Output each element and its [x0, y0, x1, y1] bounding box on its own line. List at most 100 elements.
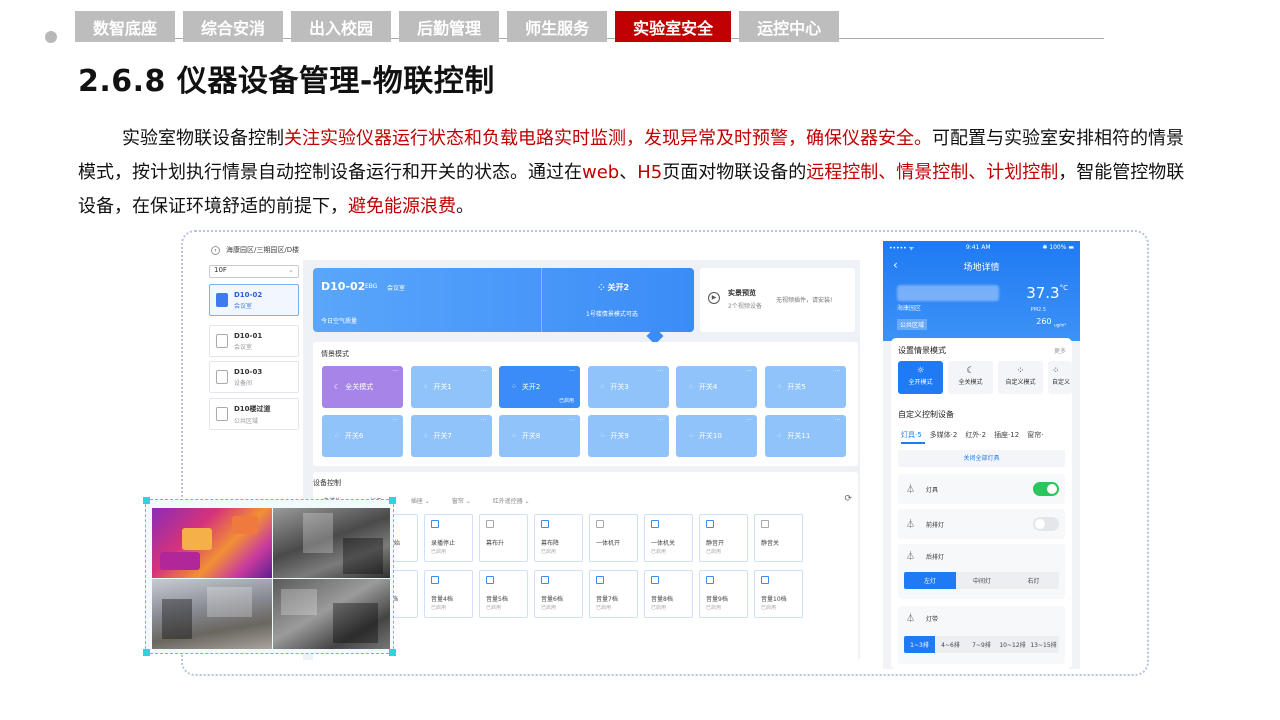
- more-icon[interactable]: ···: [569, 417, 575, 424]
- nav-tab[interactable]: 数智底座: [75, 11, 176, 42]
- more-icon[interactable]: ···: [835, 417, 841, 424]
- device-type-tab[interactable]: 窗帘·: [1027, 430, 1043, 440]
- resize-handle[interactable]: [143, 497, 150, 504]
- scene-card[interactable]: ☾ 全关模式 ···: [322, 366, 403, 408]
- device-tile[interactable]: 音量5档 已启用: [479, 570, 528, 618]
- more-icon[interactable]: ···: [658, 368, 664, 375]
- nav-tab[interactable]: 运控中心: [739, 11, 840, 42]
- room-item[interactable]: D10-03 设备间: [209, 361, 299, 393]
- scene-card[interactable]: ⁘ 开关8 ···: [499, 415, 580, 457]
- device-tile[interactable]: 音量9档 已启用: [699, 570, 748, 618]
- mode-button[interactable]: ⁘ 自定义: [1048, 361, 1072, 394]
- scene-card[interactable]: ⁘ 开关7 ···: [410, 415, 492, 457]
- heat-spot: [232, 516, 258, 534]
- nav-tab[interactable]: 师生服务: [507, 11, 608, 42]
- device-name: 音量5档: [486, 596, 508, 603]
- h5-phone-screen: ••••• ᯤ 9:41 AM ✱ 100% ▬ ‹ 场地详情 37.3°C 海…: [883, 241, 1080, 669]
- more-icon[interactable]: ···: [569, 368, 575, 375]
- close-all-button[interactable]: 关闭全部灯具: [898, 450, 1065, 467]
- hero-switch-label[interactable]: ⁘ 关开2: [598, 282, 629, 293]
- device-tile[interactable]: 音量6档 已启用: [534, 570, 583, 618]
- moon-icon: ☾: [966, 366, 975, 376]
- more-icon[interactable]: ···: [392, 417, 398, 424]
- device-type-tab[interactable]: 红外·2: [965, 430, 986, 440]
- page-title: 2.6.8 仪器设备管理-物联控制: [78, 64, 495, 99]
- room-name: D10-02: [234, 290, 263, 299]
- scene-card[interactable]: ⁘ 开关5 ···: [764, 366, 846, 408]
- segment-option[interactable]: 7~9排: [966, 636, 997, 653]
- resize-handle[interactable]: [389, 497, 396, 504]
- segment-option[interactable]: 4~6排: [935, 636, 966, 653]
- front-lamp-toggle[interactable]: [1033, 517, 1059, 531]
- switch-icon: ⁘: [511, 432, 517, 440]
- room-item[interactable]: D10楼过道 公共区域: [209, 398, 299, 430]
- device-tile[interactable]: 音量4档 已启用: [424, 570, 473, 618]
- device-tab[interactable]: 插座 ⌄: [411, 496, 430, 505]
- heat-spot: [160, 552, 200, 570]
- device-tile[interactable]: 幕布升: [479, 514, 528, 562]
- refresh-icon[interactable]: ⟳: [844, 494, 852, 504]
- more-icon[interactable]: ···: [481, 368, 487, 375]
- device-type-tab[interactable]: 多媒体·2: [930, 430, 958, 440]
- floor-select[interactable]: 10F ⌄: [209, 265, 299, 278]
- device-type-tabs: 灯具·5 多媒体·2 红外·2 插座·12 窗帘·: [901, 430, 1043, 440]
- hero-switch-text: 关开2: [607, 283, 630, 292]
- scene-card-label: 关开2: [521, 383, 541, 391]
- more-icon[interactable]: ···: [746, 368, 752, 375]
- more-icon[interactable]: ···: [392, 368, 398, 375]
- more-icon[interactable]: ···: [746, 417, 752, 424]
- nav-tab[interactable]: 综合安消: [183, 11, 284, 42]
- device-type-tab[interactable]: 灯具·5: [901, 430, 922, 440]
- device-tile[interactable]: 一体机关 已启用: [644, 514, 693, 562]
- device-tile[interactable]: 静音开 已启用: [699, 514, 748, 562]
- mode-button[interactable]: ☾ 全关模式: [948, 361, 993, 394]
- scene-card[interactable]: ⁘ 开关4 ···: [676, 366, 757, 408]
- device-tile[interactable]: 幕布降 已启用: [534, 514, 583, 562]
- scene-card[interactable]: ⁘ 开关3 ···: [587, 366, 669, 408]
- nav-tab[interactable]: 后勤管理: [399, 11, 500, 42]
- breadcrumb-text: 海康园区/三期园区/D楼: [226, 246, 300, 254]
- door-icon: [216, 407, 228, 421]
- live-preview-card[interactable]: ▶ 实景预览 2个视频设备 无视频插件，请安装!: [700, 268, 855, 332]
- device-type-tab[interactable]: 插座·12: [994, 430, 1019, 440]
- device-status: 已启用: [541, 605, 557, 611]
- text-run: 、: [619, 162, 638, 183]
- scene-card[interactable]: ⁘ 关开2 ··· 已启用: [499, 366, 580, 408]
- mode-button[interactable]: ⁘ 自定义模式: [998, 361, 1043, 394]
- lamp-toggle[interactable]: [1033, 482, 1059, 496]
- device-tile[interactable]: 一体机开: [589, 514, 638, 562]
- segment-option[interactable]: 1~3排: [904, 636, 935, 653]
- resize-handle[interactable]: [143, 649, 150, 656]
- device-tile[interactable]: 音量7档 已启用: [589, 570, 638, 618]
- more-icon[interactable]: ···: [658, 417, 664, 424]
- scene-card[interactable]: ⁘ 开关1 ···: [410, 366, 492, 408]
- nav-tab-active[interactable]: 实验室安全: [615, 11, 732, 42]
- device-tab[interactable]: 窗帘 ⌄: [452, 496, 471, 505]
- device-tile[interactable]: 录播停止 已启用: [424, 514, 473, 562]
- scene-card[interactable]: ⁘ 开关11 ···: [764, 415, 846, 457]
- back-icon[interactable]: ‹: [211, 245, 220, 255]
- room-type: 会议室: [234, 343, 253, 351]
- segment-option[interactable]: 左灯: [904, 572, 956, 589]
- room-item[interactable]: D10-01 会议室: [209, 325, 299, 357]
- more-icon[interactable]: ···: [835, 368, 841, 375]
- device-tab[interactable]: 红外遥控器 ⌄: [493, 496, 530, 505]
- device-name: 一体机关: [651, 540, 676, 547]
- resize-handle[interactable]: [389, 649, 396, 656]
- mode-button[interactable]: ☼ 全开模式: [898, 361, 943, 394]
- segment-option[interactable]: 中间灯: [956, 572, 1008, 589]
- segment-option[interactable]: 右灯: [1008, 572, 1059, 589]
- more-link[interactable]: 更多: [1054, 346, 1066, 355]
- device-tile[interactable]: 音量10档 已启用: [754, 570, 803, 618]
- more-icon[interactable]: ···: [481, 417, 487, 424]
- device-tile[interactable]: 静音关: [754, 514, 803, 562]
- segment-option[interactable]: 10~12排: [997, 636, 1028, 653]
- segment-option[interactable]: 13~15排: [1028, 636, 1059, 653]
- room-item[interactable]: D10-02 会议室: [209, 284, 299, 316]
- scene-card[interactable]: ⁘ 开关6 ···: [322, 415, 403, 457]
- hero-room-type: 会议室: [387, 285, 406, 292]
- scene-card[interactable]: ⁘ 开关10 ···: [676, 415, 757, 457]
- nav-tab[interactable]: 出入校园: [291, 11, 392, 42]
- device-tile[interactable]: 音量8档 已启用: [644, 570, 693, 618]
- scene-card[interactable]: ⁘ 开关9 ···: [587, 415, 669, 457]
